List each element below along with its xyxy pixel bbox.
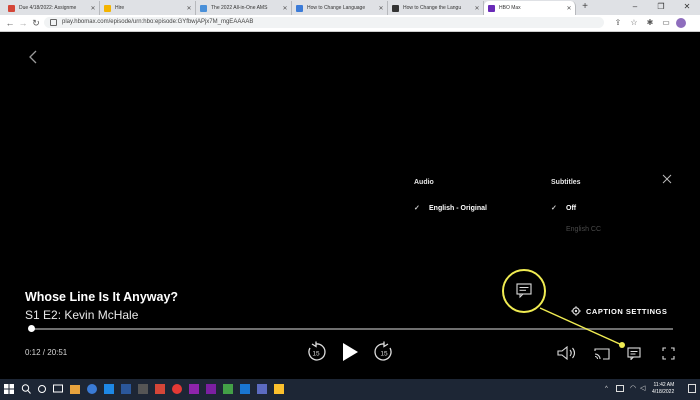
app-icon[interactable] — [189, 384, 199, 394]
app-icon[interactable] — [240, 384, 250, 394]
battery-icon[interactable] — [616, 385, 624, 392]
app-icon[interactable] — [155, 384, 165, 394]
hbomax-favicon-icon — [488, 4, 495, 12]
tab-title: HBO Max — [499, 5, 521, 11]
close-window-button[interactable]: ✕ — [682, 2, 692, 12]
tab-title: How to Change the Langu — [403, 5, 462, 11]
reading-list-icon[interactable]: ▭ — [660, 17, 672, 29]
share-icon[interactable]: ⇪ — [612, 17, 624, 29]
tab-close-icon[interactable]: ✕ — [377, 5, 385, 12]
notification-icon[interactable] — [688, 384, 696, 393]
app-icon[interactable] — [206, 384, 216, 394]
file-explorer-icon[interactable] — [70, 385, 80, 394]
tray-chevron-icon[interactable]: ^ — [605, 386, 608, 392]
tab-title: How to Change Language — [307, 5, 366, 11]
browser-tab[interactable]: How to Change the Langu ✕ — [388, 1, 484, 15]
tab-close-icon[interactable]: ✕ — [185, 5, 193, 12]
address-bar[interactable]: play.hbomax.com/episode/urn:hbo:episode:… — [44, 17, 604, 28]
windows-start-icon[interactable] — [4, 383, 14, 395]
maximize-button[interactable]: ❐ — [656, 2, 666, 12]
tab-close-icon[interactable]: ✕ — [89, 5, 97, 12]
tab-close-icon[interactable]: ✕ — [473, 5, 481, 12]
video-player[interactable]: Audio Subtitles ✓ English - Original ✓ O… — [0, 32, 700, 379]
clock-time: 11:42 AM — [653, 382, 675, 388]
app-icon[interactable] — [172, 384, 182, 394]
gmail-favicon-icon — [8, 4, 15, 12]
url-text: play.hbomax.com/episode/urn:hbo:episode:… — [62, 19, 254, 25]
tab-title: Due 4/18/2022: Assignme — [19, 5, 77, 11]
folder-favicon-icon — [104, 4, 111, 12]
app-icon[interactable] — [274, 384, 284, 394]
browser-tab[interactable]: Hire ✕ — [100, 1, 196, 15]
app-icon[interactable] — [104, 384, 114, 394]
minimize-button[interactable]: – — [630, 2, 640, 12]
tab-title: Hire — [115, 5, 125, 11]
reload-button[interactable]: ↻ — [30, 17, 42, 29]
search-icon[interactable] — [21, 383, 31, 395]
app-icon[interactable] — [223, 384, 233, 394]
highlight-anchor-dot — [619, 342, 625, 348]
lock-icon[interactable] — [50, 19, 57, 26]
app-icon[interactable] — [257, 384, 267, 394]
browser-tab[interactable]: How to Change Language ✕ — [292, 1, 388, 15]
subtitles-callout-ring — [502, 269, 546, 313]
browser-tab[interactable]: The 2022 All-in-One AMS ✕ — [196, 1, 292, 15]
chrome-icon[interactable] — [87, 384, 97, 394]
back-button[interactable]: ← — [4, 17, 16, 29]
speaker-icon[interactable]: ◁ — [640, 384, 645, 392]
word-icon[interactable] — [121, 384, 131, 394]
app-icon[interactable] — [138, 384, 148, 394]
docs-favicon-icon — [296, 4, 303, 12]
task-view-icon[interactable] — [53, 383, 63, 395]
browser-tab-strip: Due 4/18/2022: Assignme ✕ Hire ✕ The 202… — [0, 0, 700, 15]
browser-tab[interactable]: Due 4/18/2022: Assignme ✕ — [4, 1, 100, 15]
new-tab-button[interactable]: + — [580, 2, 590, 12]
highlight-connector-line — [539, 307, 623, 346]
tab-title: The 2022 All-in-One AMS — [211, 5, 268, 11]
browser-toolbar: ← → ↻ play.hbomax.com/episode/urn:hbo:ep… — [0, 15, 700, 32]
taskbar-clock[interactable]: 11:42 AM 4/18/2022 — [652, 382, 674, 396]
cortana-icon[interactable] — [37, 383, 47, 395]
forward-button[interactable]: → — [17, 17, 29, 29]
browser-tab-active[interactable]: HBO Max ✕ — [484, 1, 576, 15]
tab-close-icon[interactable]: ✕ — [565, 5, 573, 12]
page-favicon-icon — [392, 4, 399, 12]
extensions-icon[interactable]: ✱ — [644, 17, 656, 29]
bookmark-star-icon[interactable]: ☆ — [628, 17, 640, 29]
profile-avatar[interactable] — [676, 18, 686, 28]
subtitles-icon — [516, 283, 532, 299]
clock-date: 4/18/2022 — [652, 389, 675, 395]
wifi-icon[interactable]: ◠ — [630, 384, 636, 392]
page-favicon-icon — [200, 4, 207, 12]
windows-taskbar: ^ ◠ ◁ 11:42 AM 4/18/2022 — [0, 379, 700, 400]
tab-close-icon[interactable]: ✕ — [281, 5, 289, 12]
